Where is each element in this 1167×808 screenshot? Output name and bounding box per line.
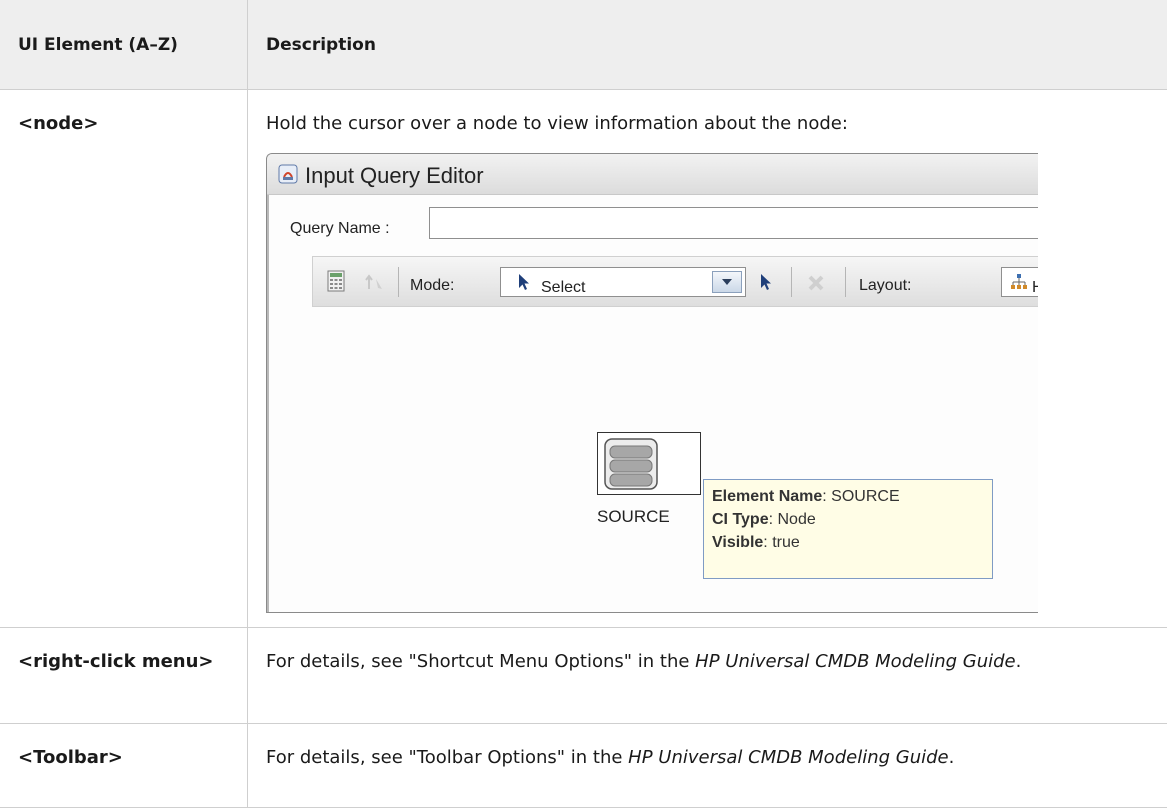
move-up-icon[interactable] bbox=[363, 271, 385, 293]
pointer-icon bbox=[517, 273, 531, 291]
editor-title-bar: Input Query Editor bbox=[267, 154, 1038, 195]
chevron-down-icon bbox=[721, 278, 733, 286]
toolbar-separator bbox=[398, 267, 399, 297]
layout-dropdown[interactable]: Hi bbox=[1001, 267, 1038, 297]
editor-toolbar: Mode: Select bbox=[312, 256, 1038, 307]
toolbar-separator bbox=[845, 267, 846, 297]
column-header-ui-element: UI Element (A–Z) bbox=[0, 0, 248, 90]
description-cell: Hold the cursor over a node to view info… bbox=[248, 90, 1167, 628]
mode-dropdown[interactable]: Select bbox=[500, 267, 746, 297]
description-cell: For details, see "Shortcut Menu Options"… bbox=[248, 628, 1167, 724]
hierarchy-layout-icon bbox=[1010, 273, 1028, 291]
editor-title: Input Query Editor bbox=[305, 161, 484, 191]
tooltip-ci-type: CI Type: Node bbox=[712, 508, 984, 531]
description-cell: For details, see "Toolbar Options" in th… bbox=[248, 724, 1167, 808]
mode-label: Mode: bbox=[410, 271, 454, 301]
node-tooltip: Element Name: SOURCE CI Type: Node Visib… bbox=[703, 479, 993, 579]
delete-icon[interactable] bbox=[807, 272, 827, 292]
guide-title: HP Universal CMDB Modeling Guide bbox=[695, 651, 1015, 672]
java-app-icon bbox=[278, 164, 298, 184]
database-node-icon bbox=[602, 437, 660, 493]
layout-value: Hi bbox=[1032, 273, 1038, 303]
layout-label: Layout: bbox=[859, 271, 911, 301]
ui-element-cell: <Toolbar> bbox=[0, 724, 248, 808]
query-name-label: Query Name : bbox=[290, 214, 390, 244]
select-pointer-icon[interactable] bbox=[759, 273, 773, 291]
ui-elements-table: UI Element (A–Z) Description <node> Hold… bbox=[0, 0, 1167, 808]
tooltip-element-name: Element Name: SOURCE bbox=[712, 485, 984, 508]
column-header-description: Description bbox=[248, 0, 1167, 90]
table-header-row: UI Element (A–Z) Description bbox=[0, 0, 1167, 90]
tooltip-visible: Visible: true bbox=[712, 531, 984, 554]
guide-title: HP Universal CMDB Modeling Guide bbox=[628, 747, 948, 768]
query-name-input[interactable] bbox=[429, 207, 1038, 239]
query-node[interactable] bbox=[597, 432, 701, 495]
ui-element-cell: <right-click menu> bbox=[0, 628, 248, 724]
table-row: <Toolbar> For details, see "Toolbar Opti… bbox=[0, 724, 1167, 808]
input-query-editor-screenshot: Input Query Editor Query Name : Mod bbox=[266, 153, 1038, 613]
toolbar-separator bbox=[791, 267, 792, 297]
description-text: Hold the cursor over a node to view info… bbox=[266, 109, 1149, 139]
mode-dropdown-button[interactable] bbox=[712, 271, 742, 293]
mode-value: Select bbox=[541, 273, 585, 303]
table-row: <node> Hold the cursor over a node to vi… bbox=[0, 90, 1167, 628]
ui-element-cell: <node> bbox=[0, 90, 248, 628]
table-row: <right-click menu> For details, see "Sho… bbox=[0, 628, 1167, 724]
node-label: SOURCE bbox=[597, 502, 670, 532]
calculator-icon[interactable] bbox=[327, 270, 345, 292]
